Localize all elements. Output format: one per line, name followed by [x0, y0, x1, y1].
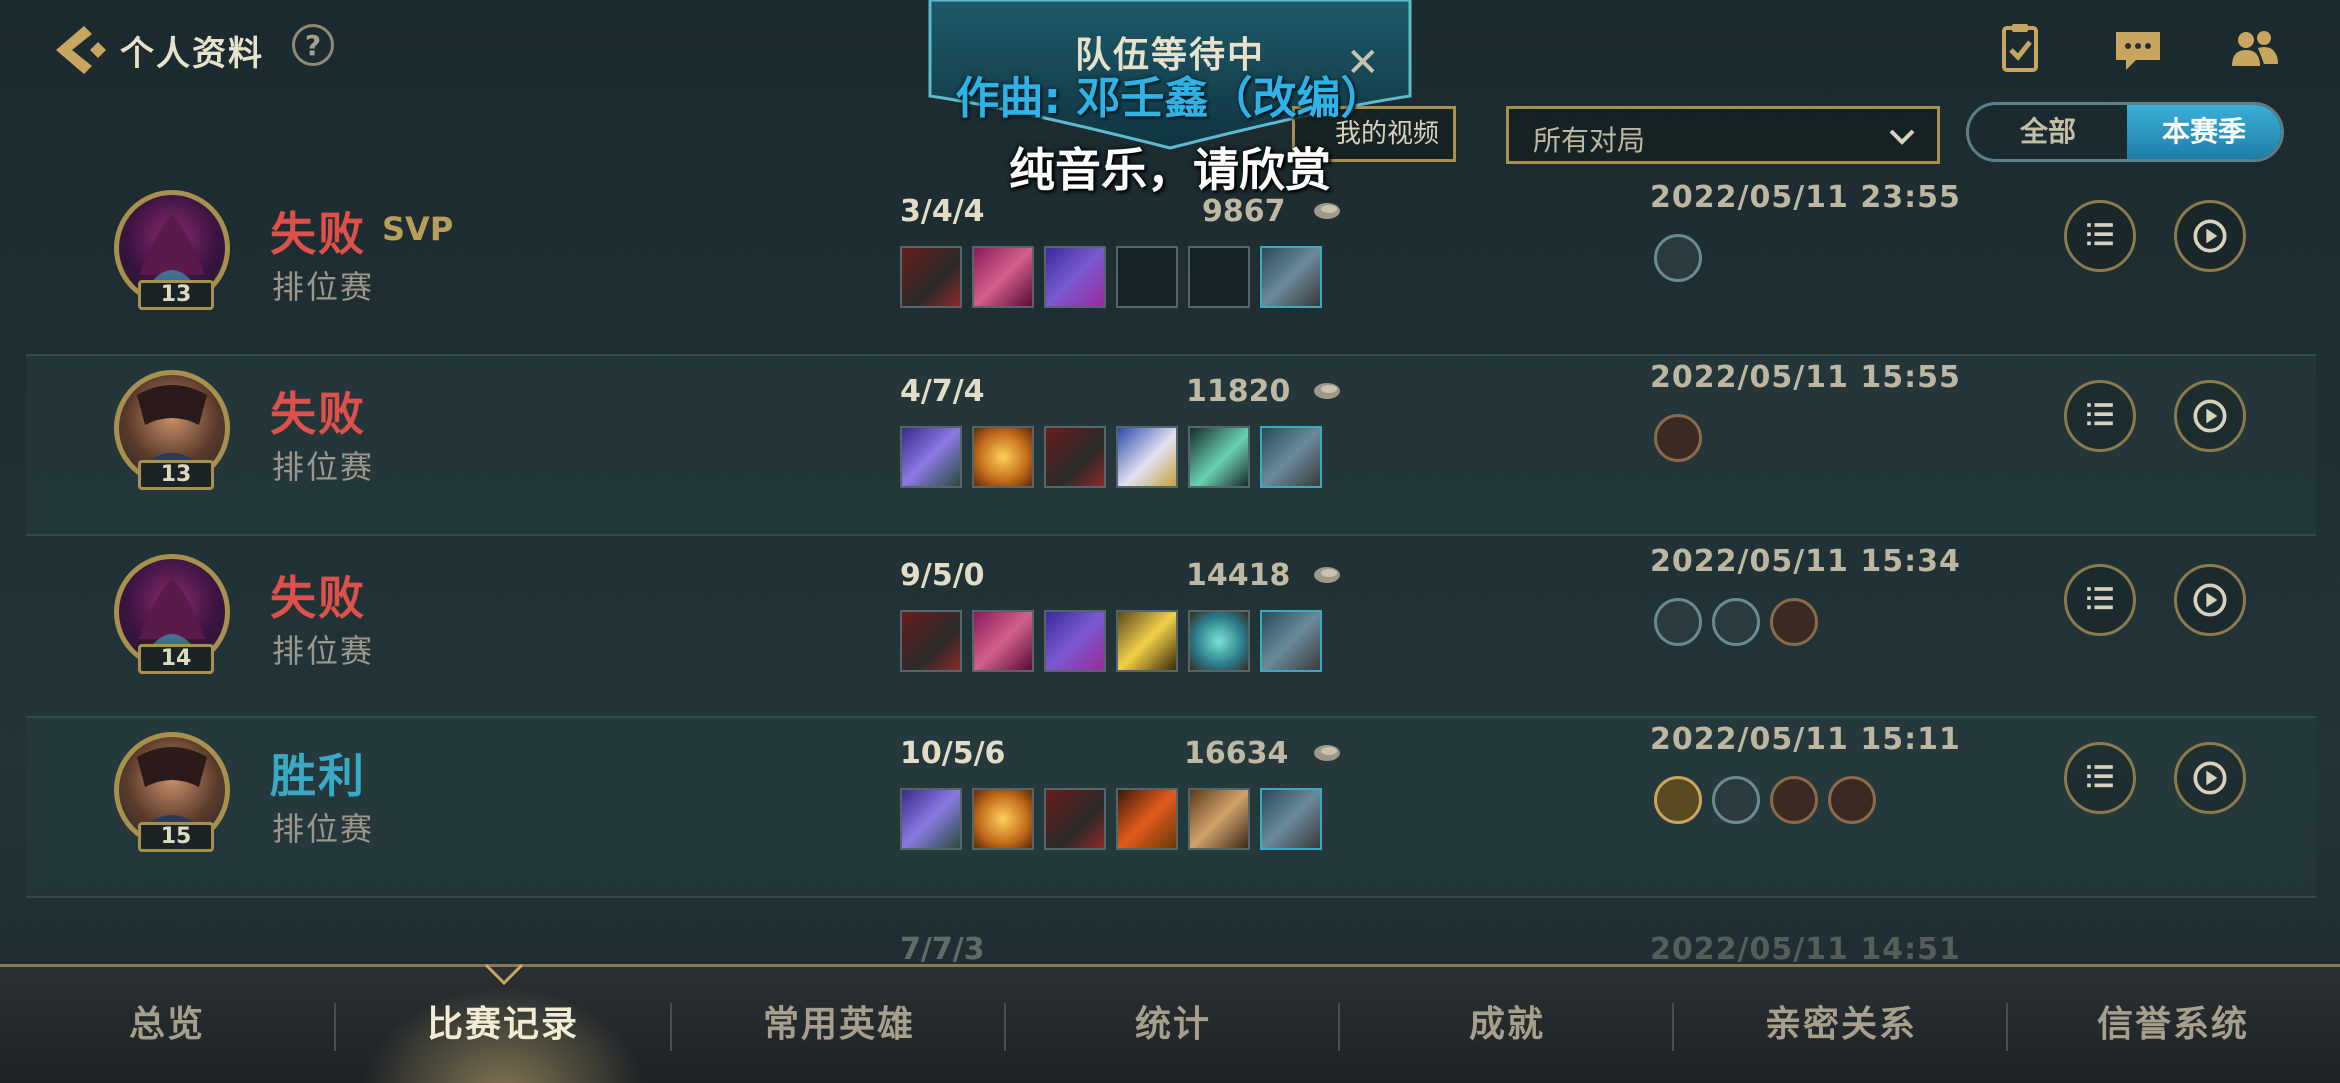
item-slot[interactable]	[1188, 610, 1250, 672]
item-slot[interactable]	[1188, 788, 1250, 850]
gold-amount: 11820	[1186, 374, 1291, 409]
coins-badge-icon[interactable]	[1770, 776, 1818, 824]
replay-icon[interactable]	[2174, 200, 2246, 272]
gold-coin-icon	[1314, 745, 1340, 761]
tab-favorite-heroes[interactable]: 常用英雄	[672, 967, 1006, 1083]
tower-badge-icon[interactable]	[1712, 598, 1760, 646]
replay-icon[interactable]	[2174, 564, 2246, 636]
gold-amount: 14418	[1186, 558, 1291, 593]
mode-dropdown-value: 所有对局	[1533, 124, 1646, 157]
trinket-slot[interactable]	[1260, 426, 1322, 488]
match-row[interactable]: 13 失败 排位赛 4/7/4 11820 2022/05/11 15:55	[26, 354, 2316, 536]
game-mode: 排位赛	[272, 632, 375, 670]
friends-icon[interactable]	[2224, 22, 2284, 78]
item-slot[interactable]	[972, 610, 1034, 672]
match-details-icon[interactable]	[2064, 564, 2136, 636]
match-result: 失败	[270, 387, 366, 441]
hero-level: 15	[138, 822, 214, 852]
item-slot[interactable]	[1044, 246, 1106, 308]
tab-achievements[interactable]: 成就	[1340, 967, 1674, 1083]
triple-kill-badge-icon[interactable]	[1712, 776, 1760, 824]
skull-badge-icon[interactable]	[1770, 598, 1818, 646]
game-mode: 排位赛	[272, 810, 375, 848]
match-result: 失败	[270, 207, 366, 261]
help-icon[interactable]: ?	[292, 24, 334, 66]
flag-badge-icon[interactable]	[1654, 234, 1702, 282]
item-slot[interactable]	[1044, 788, 1106, 850]
gold-coin-icon	[1314, 567, 1340, 583]
kda: 3/4/4	[900, 194, 985, 229]
item-slot-empty	[1116, 246, 1178, 308]
match-date: 2022/05/11 23:55	[1650, 180, 1961, 215]
item-slot[interactable]	[1116, 610, 1178, 672]
back-arrow-icon[interactable]	[48, 20, 112, 80]
item-slot[interactable]	[1116, 426, 1178, 488]
item-slot[interactable]	[1044, 426, 1106, 488]
kda: 10/5/6	[900, 736, 1006, 771]
tab-overview[interactable]: 总览	[0, 967, 334, 1083]
hero-level: 13	[138, 460, 214, 490]
match-row[interactable]: 14 失败 排位赛 9/5/0 14418 2022/05/11 15:34	[26, 540, 2316, 718]
mode-dropdown[interactable]: 所有对局	[1506, 106, 1940, 164]
item-slot[interactable]	[972, 246, 1034, 308]
chat-icon[interactable]	[2108, 22, 2168, 78]
trinket-slot[interactable]	[1260, 610, 1322, 672]
item-slot[interactable]	[900, 610, 962, 672]
hero-level: 13	[138, 280, 214, 310]
hero-level: 14	[138, 644, 214, 674]
trinket-slot[interactable]	[1260, 246, 1322, 308]
bottom-tab-bar: 总览 比赛记录 常用英雄 统计 成就 亲密关系 信誉系统	[0, 963, 2340, 1083]
item-slot[interactable]	[900, 426, 962, 488]
item-slot[interactable]	[1188, 426, 1250, 488]
chevron-down-icon	[1889, 129, 1915, 145]
match-row[interactable]: 15 胜利 排位赛 10/5/6 16634 2022/05/11 15:11	[26, 716, 2316, 898]
item-slot[interactable]	[1116, 788, 1178, 850]
item-slot[interactable]	[972, 426, 1034, 488]
toggle-all[interactable]: 全部	[1969, 105, 2127, 159]
gold-amount: 16634	[1184, 736, 1289, 771]
tab-statistics[interactable]: 统计	[1006, 967, 1340, 1083]
match-date: 2022/05/11 15:55	[1650, 360, 1961, 395]
tab-match-history[interactable]: 比赛记录	[336, 967, 670, 1083]
match-date: 2022/05/11 14:51	[1650, 932, 1961, 964]
subtitle-credit: 作曲: 邓壬鑫（改编）	[955, 73, 1385, 124]
drop-badge-icon[interactable]	[1654, 414, 1702, 462]
kda: 4/7/4	[900, 374, 985, 409]
toggle-this-season[interactable]: 本赛季	[2127, 105, 2281, 159]
page-title: 个人资料	[120, 34, 264, 74]
item-slot[interactable]	[1044, 610, 1106, 672]
gold-coin-icon	[1314, 203, 1340, 219]
ace-badge-icon[interactable]	[1654, 776, 1702, 824]
trinket-slot[interactable]	[1260, 788, 1322, 850]
tab-honor-system[interactable]: 信誉系统	[2006, 967, 2340, 1083]
hand-badge-icon[interactable]	[1828, 776, 1876, 824]
match-row[interactable]: 13 失败 SVP 排位赛 3/4/4 9867 2022/05/11 23:5…	[26, 176, 2316, 354]
replay-icon[interactable]	[2174, 742, 2246, 814]
svp-badge: SVP	[382, 210, 454, 248]
sword-badge-icon[interactable]	[1654, 598, 1702, 646]
item-slot[interactable]	[972, 788, 1034, 850]
item-slot[interactable]	[900, 246, 962, 308]
match-result: 胜利	[270, 749, 366, 803]
match-details-icon[interactable]	[2064, 380, 2136, 452]
match-date: 2022/05/11 15:34	[1650, 544, 1961, 579]
gold-amount: 9867	[1202, 194, 1286, 229]
item-slot-empty	[1188, 246, 1250, 308]
match-result: 失败	[270, 571, 366, 625]
kda: 7/7/3	[900, 932, 985, 964]
game-mode: 排位赛	[272, 448, 375, 486]
season-toggle[interactable]: 全部 本赛季	[1966, 102, 2284, 162]
replay-icon[interactable]	[2174, 380, 2246, 452]
task-checklist-icon[interactable]	[1990, 22, 2050, 78]
kda: 9/5/0	[900, 558, 985, 593]
match-details-icon[interactable]	[2064, 200, 2136, 272]
tab-relationships[interactable]: 亲密关系	[1674, 967, 2008, 1083]
match-date: 2022/05/11 15:11	[1650, 722, 1961, 757]
match-details-icon[interactable]	[2064, 742, 2136, 814]
item-slot[interactable]	[900, 788, 962, 850]
match-row-partial[interactable]: 7/7/3 2022/05/11 14:51	[26, 904, 2316, 964]
gold-coin-icon	[1314, 383, 1340, 399]
game-mode: 排位赛	[272, 268, 375, 306]
